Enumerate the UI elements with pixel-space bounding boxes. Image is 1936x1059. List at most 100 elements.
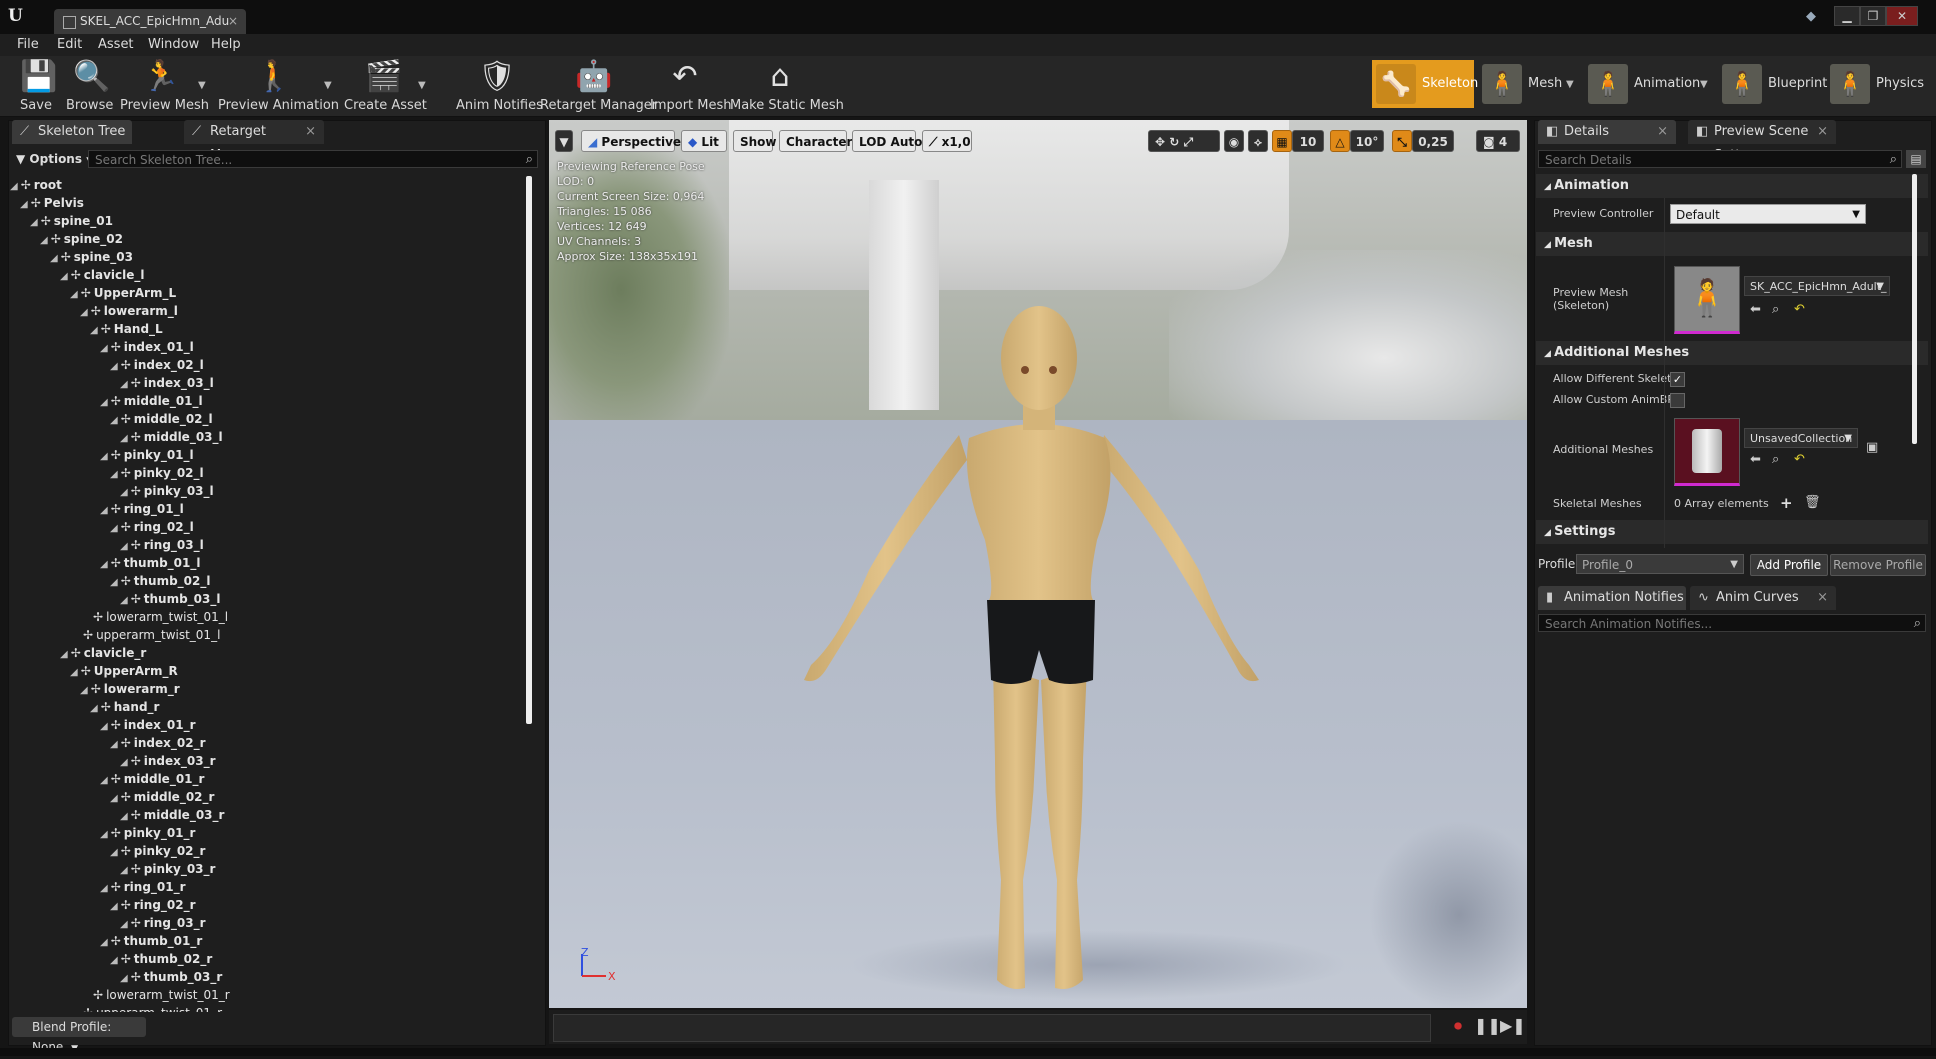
section-animation[interactable]: ◢ Animation bbox=[1536, 174, 1928, 198]
close-window-button[interactable]: ✕ bbox=[1886, 6, 1918, 26]
perspective-button[interactable]: ◢ Perspective bbox=[581, 130, 681, 152]
document-tab[interactable]: SKEL_ACC_EpicHmn_Adu × bbox=[54, 9, 246, 34]
expand-arrow-icon[interactable]: ◢ bbox=[20, 199, 28, 210]
bone-row[interactable]: ◢ ✢ Hand_L bbox=[90, 320, 163, 338]
expand-arrow-icon[interactable]: ◢ bbox=[100, 829, 108, 840]
expand-arrow-icon[interactable]: ◢ bbox=[30, 217, 38, 228]
mode-mesh-button[interactable]: 🧍 Mesh bbox=[1478, 60, 1562, 108]
expand-arrow-icon[interactable]: ◢ bbox=[110, 793, 118, 804]
maximize-button[interactable]: ❐ bbox=[1860, 6, 1886, 26]
reset-icon[interactable]: ↶ bbox=[1794, 302, 1805, 317]
show-button[interactable]: Show bbox=[733, 130, 777, 152]
expand-arrow-icon[interactable]: ◢ bbox=[110, 955, 118, 966]
create-asset-button[interactable]: 🎬 Create Asset bbox=[344, 58, 427, 114]
bone-row[interactable]: ◢ ✢ thumb_02_l bbox=[110, 572, 211, 590]
options-button[interactable]: ▼ Options ▼ bbox=[16, 152, 93, 166]
mode-physics-button[interactable]: 🧍 Physics bbox=[1826, 60, 1932, 108]
bone-row[interactable]: ◢ ✢ ring_02_r bbox=[110, 896, 196, 914]
trash-icon[interactable]: 🗑 bbox=[1804, 495, 1821, 510]
expand-arrow-icon[interactable]: ◢ bbox=[100, 559, 108, 570]
expand-arrow-icon[interactable]: ◢ bbox=[80, 685, 88, 696]
mode-skeleton-button[interactable]: 🦴 Skeleton bbox=[1372, 60, 1478, 108]
expand-arrow-icon[interactable]: ◢ bbox=[40, 235, 48, 246]
bone-row[interactable]: ◢ ✢ hand_r bbox=[90, 698, 159, 716]
bone-row[interactable]: ◢ ✢ middle_02_l bbox=[110, 410, 213, 428]
bone-row[interactable]: ◢ ✢ pinky_02_r bbox=[110, 842, 205, 860]
mode-blueprint-button[interactable]: 🧍 Blueprint bbox=[1718, 60, 1827, 108]
import-mesh-button[interactable]: ↶ Import Mesh bbox=[650, 58, 732, 114]
bone-row[interactable]: ◢ ✢ pinky_01_r bbox=[100, 824, 195, 842]
expand-arrow-icon[interactable]: ◢ bbox=[80, 307, 88, 318]
timeline-scrubber[interactable] bbox=[553, 1014, 1431, 1042]
expand-arrow-icon[interactable]: ◢ bbox=[110, 847, 118, 858]
expand-arrow-icon[interactable]: ◢ bbox=[100, 721, 108, 732]
column-divider[interactable] bbox=[1664, 198, 1665, 548]
expand-arrow-icon[interactable]: ◢ bbox=[100, 343, 108, 354]
lod-button[interactable]: LOD Auto bbox=[852, 130, 922, 152]
close-tab-icon[interactable]: × bbox=[1817, 120, 1828, 144]
blend-profile-dropdown[interactable]: Blend Profile: None ▼ bbox=[12, 1017, 146, 1054]
preview-animation-button[interactable]: 🚶 Preview Animation bbox=[218, 58, 339, 114]
expand-arrow-icon[interactable]: ◢ bbox=[120, 433, 128, 444]
bone-row[interactable]: ◢ ✢ ring_01_r bbox=[100, 878, 186, 896]
pause-button[interactable]: ❚❚ bbox=[1474, 1016, 1501, 1036]
expand-arrow-icon[interactable]: ◢ bbox=[100, 451, 108, 462]
bone-row[interactable]: ◢ ✢ thumb_03_r bbox=[120, 968, 222, 986]
bone-row[interactable]: ◢ ✢ index_03_l bbox=[120, 374, 214, 392]
preview-controller-dropdown[interactable]: Default ▼ bbox=[1670, 204, 1866, 224]
bone-row[interactable]: ◢ ✢ UpperArm_R bbox=[70, 662, 178, 680]
bone-row[interactable]: ◢ ✢ ring_03_r bbox=[120, 914, 206, 932]
bone-row[interactable]: ◢ ✢ middle_01_l bbox=[100, 392, 203, 410]
bone-row[interactable]: ◢ ✢ middle_01_r bbox=[100, 770, 204, 788]
additional-meshes-picker[interactable]: UnsavedCollection ▼ bbox=[1744, 428, 1858, 448]
close-tab-icon[interactable]: × bbox=[1817, 586, 1828, 610]
expand-arrow-icon[interactable]: ◢ bbox=[90, 325, 98, 336]
tree-scrollbar[interactable] bbox=[526, 176, 532, 724]
expand-arrow-icon[interactable]: ◢ bbox=[110, 523, 118, 534]
surface-snap-button[interactable]: ⟡ bbox=[1248, 130, 1268, 152]
marketplace-icon[interactable]: ◆ bbox=[1806, 9, 1826, 25]
bone-row[interactable]: ◢ ✢ middle_03_l bbox=[120, 428, 223, 446]
close-tab-icon[interactable]: × bbox=[228, 9, 238, 34]
bone-row[interactable]: ◢ ✢ index_02_l bbox=[110, 356, 204, 374]
step-forward-button[interactable]: ▶❚ bbox=[1500, 1016, 1526, 1036]
section-settings[interactable]: ◢ Settings bbox=[1536, 520, 1928, 544]
close-tab-icon[interactable]: × bbox=[305, 120, 316, 144]
make-static-mesh-button[interactable]: ⌂ Make Static Mesh bbox=[730, 58, 844, 114]
bone-row[interactable]: ◢ ✢ Pelvis bbox=[20, 194, 84, 212]
scale-snap-toggle[interactable]: ⤡ bbox=[1392, 130, 1412, 152]
bone-row[interactable]: ◢ ✢ spine_01 bbox=[30, 212, 113, 230]
camera-speed-button[interactable]: ◙ 4 bbox=[1476, 130, 1520, 152]
expand-arrow-icon[interactable]: ◢ bbox=[110, 901, 118, 912]
world-space-button[interactable]: ◉ bbox=[1224, 130, 1244, 152]
tab-anim-curves[interactable]: ∿ Anim Curves × bbox=[1690, 586, 1836, 610]
tab-details[interactable]: ◧ Details × bbox=[1538, 120, 1676, 144]
lit-button[interactable]: ◆ Lit bbox=[681, 130, 727, 152]
preview-mesh-picker[interactable]: SK_ACC_EpicHmn_Adult_ ▼ bbox=[1744, 276, 1890, 296]
expand-arrow-icon[interactable]: ◢ bbox=[100, 883, 108, 894]
menu-edit[interactable]: Edit bbox=[57, 34, 82, 56]
expand-arrow-icon[interactable]: ◢ bbox=[50, 253, 58, 264]
preview-mesh-dropdown-icon[interactable]: ▼ bbox=[198, 80, 206, 91]
remove-profile-button[interactable]: Remove Profile bbox=[1830, 554, 1926, 576]
browse-button[interactable]: 🔍 Browse bbox=[66, 58, 113, 114]
expand-arrow-icon[interactable]: ◢ bbox=[100, 505, 108, 516]
retarget-manager-button[interactable]: 🤖 Retarget Manager bbox=[540, 58, 657, 114]
close-tab-icon[interactable]: × bbox=[1657, 120, 1668, 144]
bone-row[interactable]: ◢ ✢ spine_03 bbox=[50, 248, 133, 266]
bone-row[interactable]: ◢ ✢ spine_02 bbox=[40, 230, 123, 248]
expand-arrow-icon[interactable]: ◢ bbox=[100, 397, 108, 408]
save-button[interactable]: 💾 Save bbox=[16, 58, 57, 114]
bone-row[interactable]: ◢ ✢ index_02_r bbox=[110, 734, 206, 752]
bone-row[interactable]: ◢ ✢ index_01_r bbox=[100, 716, 196, 734]
scale-icon[interactable]: ⤢ bbox=[1184, 135, 1194, 149]
menu-asset[interactable]: Asset bbox=[98, 34, 134, 56]
expand-arrow-icon[interactable]: ◢ bbox=[120, 757, 128, 768]
additional-meshes-thumbnail[interactable] bbox=[1674, 418, 1740, 486]
viewport-options-button[interactable]: ▼ bbox=[555, 130, 573, 152]
preview-mesh-button[interactable]: 🏃 Preview Mesh bbox=[120, 58, 209, 114]
save-collection-icon[interactable]: ▣ bbox=[1866, 440, 1878, 455]
bone-row[interactable]: ✢ lowerarm_twist_01_r bbox=[90, 986, 230, 1004]
expand-arrow-icon[interactable]: ◢ bbox=[120, 541, 128, 552]
translate-icon[interactable]: ✥ bbox=[1155, 135, 1165, 149]
